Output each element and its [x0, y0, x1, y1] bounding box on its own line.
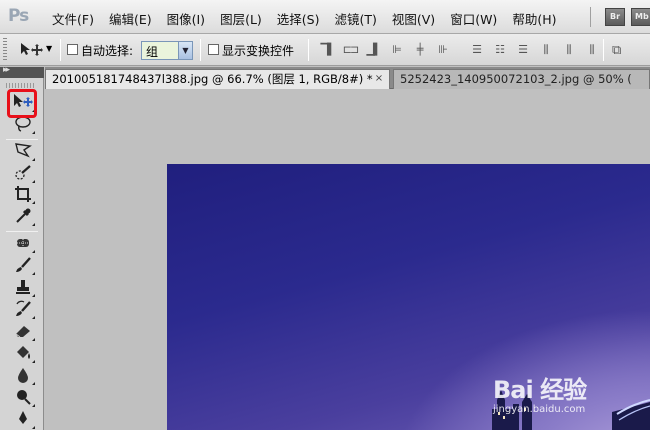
toolbox-header[interactable]: ▸▸ [0, 65, 44, 78]
menu-help[interactable]: 帮助(H) [512, 9, 556, 28]
tab-label: 5252423_140950072103_2.jpg @ 50% ( [400, 72, 632, 86]
polygon-lasso-tool-icon[interactable] [12, 142, 35, 162]
distribute-bottom-icon[interactable]: ☰ [511, 43, 533, 57]
app-logo: Ps [8, 6, 29, 26]
tab-document-2[interactable]: 5252423_140950072103_2.jpg @ 50% ( [393, 69, 650, 89]
healing-brush-tool-icon[interactable] [12, 234, 35, 254]
preset-dropdown-icon[interactable]: ▼ [46, 44, 52, 53]
align-right-icon[interactable]: ⊪ [431, 43, 453, 57]
crop-tool-icon[interactable] [12, 185, 35, 205]
tab-document-1[interactable]: 201005181748437l388.jpg @ 66.7% (图层 1, R… [45, 69, 390, 89]
lasso-tool-icon[interactable] [12, 115, 35, 135]
collapse-icon[interactable]: ▸▸ [3, 65, 10, 75]
watermark-main: Bai 经验 [493, 376, 587, 404]
menu-image[interactable]: 图像(I) [167, 9, 205, 28]
options-bar: ▼ 自动选择: 组 ▼ 显示变换控件 ▔▌ ⊏⊐ ▁▌ ⊫ ╪ ⊪ ☰ ☷ ☰ … [0, 34, 650, 66]
history-brush-tool-icon[interactable] [12, 300, 35, 320]
canvas-workspace[interactable]: Bai 经验 jingyan.baidu.com [45, 90, 650, 430]
show-transform-checkbox[interactable] [208, 44, 219, 55]
move-tool-preset-icon[interactable] [20, 42, 44, 60]
baidu-watermark: Bai 经验 [493, 370, 587, 405]
options-separator [60, 39, 61, 61]
auto-align-layers-icon[interactable]: ⧉ [612, 43, 621, 58]
close-icon[interactable]: × [373, 73, 385, 85]
options-separator [308, 39, 309, 61]
watermark-sub: jingyan.baidu.com [493, 404, 586, 415]
menu-items: 文件(F) 编辑(E) 图像(I) 图层(L) 选择(S) 滤镜(T) 视图(V… [52, 9, 571, 28]
auto-select-value: 组 [146, 45, 159, 59]
tab-label: 201005181748437l388.jpg @ 66.7% (图层 1, R… [52, 72, 373, 86]
clone-stamp-tool-icon[interactable] [12, 278, 35, 298]
auto-select-dropdown[interactable]: 组 ▼ [141, 41, 193, 60]
distribute-left-icon[interactable]: ⫼ [534, 43, 556, 57]
menu-edit[interactable]: 编辑(E) [109, 9, 152, 28]
distribute-top-icon[interactable]: ☰ [465, 43, 487, 57]
menu-bar: Ps 文件(F) 编辑(E) 图像(I) 图层(L) 选择(S) 滤镜(T) 视… [0, 0, 650, 34]
menu-file[interactable]: 文件(F) [52, 9, 94, 28]
blur-tool-icon[interactable] [12, 366, 35, 386]
toolbox-separator [6, 231, 38, 232]
show-transform-label: 显示变换控件 [222, 44, 295, 58]
mini-bridge-button[interactable]: Mb [631, 8, 650, 26]
options-bar-grip[interactable] [3, 38, 7, 62]
document-tab-bar: 201005181748437l388.jpg @ 66.7% (图层 1, R… [45, 67, 650, 89]
options-separator [200, 39, 201, 61]
auto-select-checkbox[interactable] [67, 44, 78, 55]
menu-filter[interactable]: 滤镜(T) [334, 9, 376, 28]
eraser-tool-icon[interactable] [12, 322, 35, 342]
pen-tool-icon[interactable] [12, 410, 35, 430]
menu-layer[interactable]: 图层(L) [220, 9, 262, 28]
chevron-down-icon[interactable]: ▼ [178, 42, 192, 59]
align-vertical-center-icon[interactable]: ⊏⊐ [339, 43, 361, 57]
align-spacer [454, 43, 464, 57]
menu-view[interactable]: 视图(V) [392, 9, 435, 28]
align-horizontal-center-icon[interactable]: ╪ [408, 43, 430, 57]
align-top-icon[interactable]: ▔▌ [316, 43, 338, 57]
distribute-vertical-center-icon[interactable]: ☷ [488, 43, 510, 57]
auto-select-label: 自动选择: [81, 44, 134, 58]
toolbox-grip[interactable] [6, 83, 36, 88]
distribute-right-icon[interactable]: ⫼ [580, 43, 602, 57]
eyedropper-tool-icon[interactable] [12, 207, 35, 227]
move-tool-highlight [7, 89, 37, 118]
brush-tool-icon[interactable] [12, 256, 35, 276]
menu-separator [590, 7, 591, 27]
menu-window[interactable]: 窗口(W) [450, 9, 497, 28]
toolbox: ▸▸ [0, 65, 44, 430]
menu-select[interactable]: 选择(S) [277, 9, 320, 28]
paint-bucket-tool-icon[interactable] [12, 344, 35, 364]
dodge-tool-icon[interactable] [12, 388, 35, 408]
align-distribute-group: ▔▌ ⊏⊐ ▁▌ ⊫ ╪ ⊪ ☰ ☷ ☰ ⫼ ⫼ ⫼ [316, 43, 603, 57]
bridge-button[interactable]: Br [605, 8, 625, 26]
distribute-horizontal-center-icon[interactable]: ⫼ [557, 43, 579, 57]
align-left-icon[interactable]: ⊫ [385, 43, 407, 57]
align-bottom-icon[interactable]: ▁▌ [362, 43, 384, 57]
options-separator [603, 39, 604, 61]
quick-selection-tool-icon[interactable] [12, 164, 35, 184]
toolbox-separator [6, 139, 38, 140]
